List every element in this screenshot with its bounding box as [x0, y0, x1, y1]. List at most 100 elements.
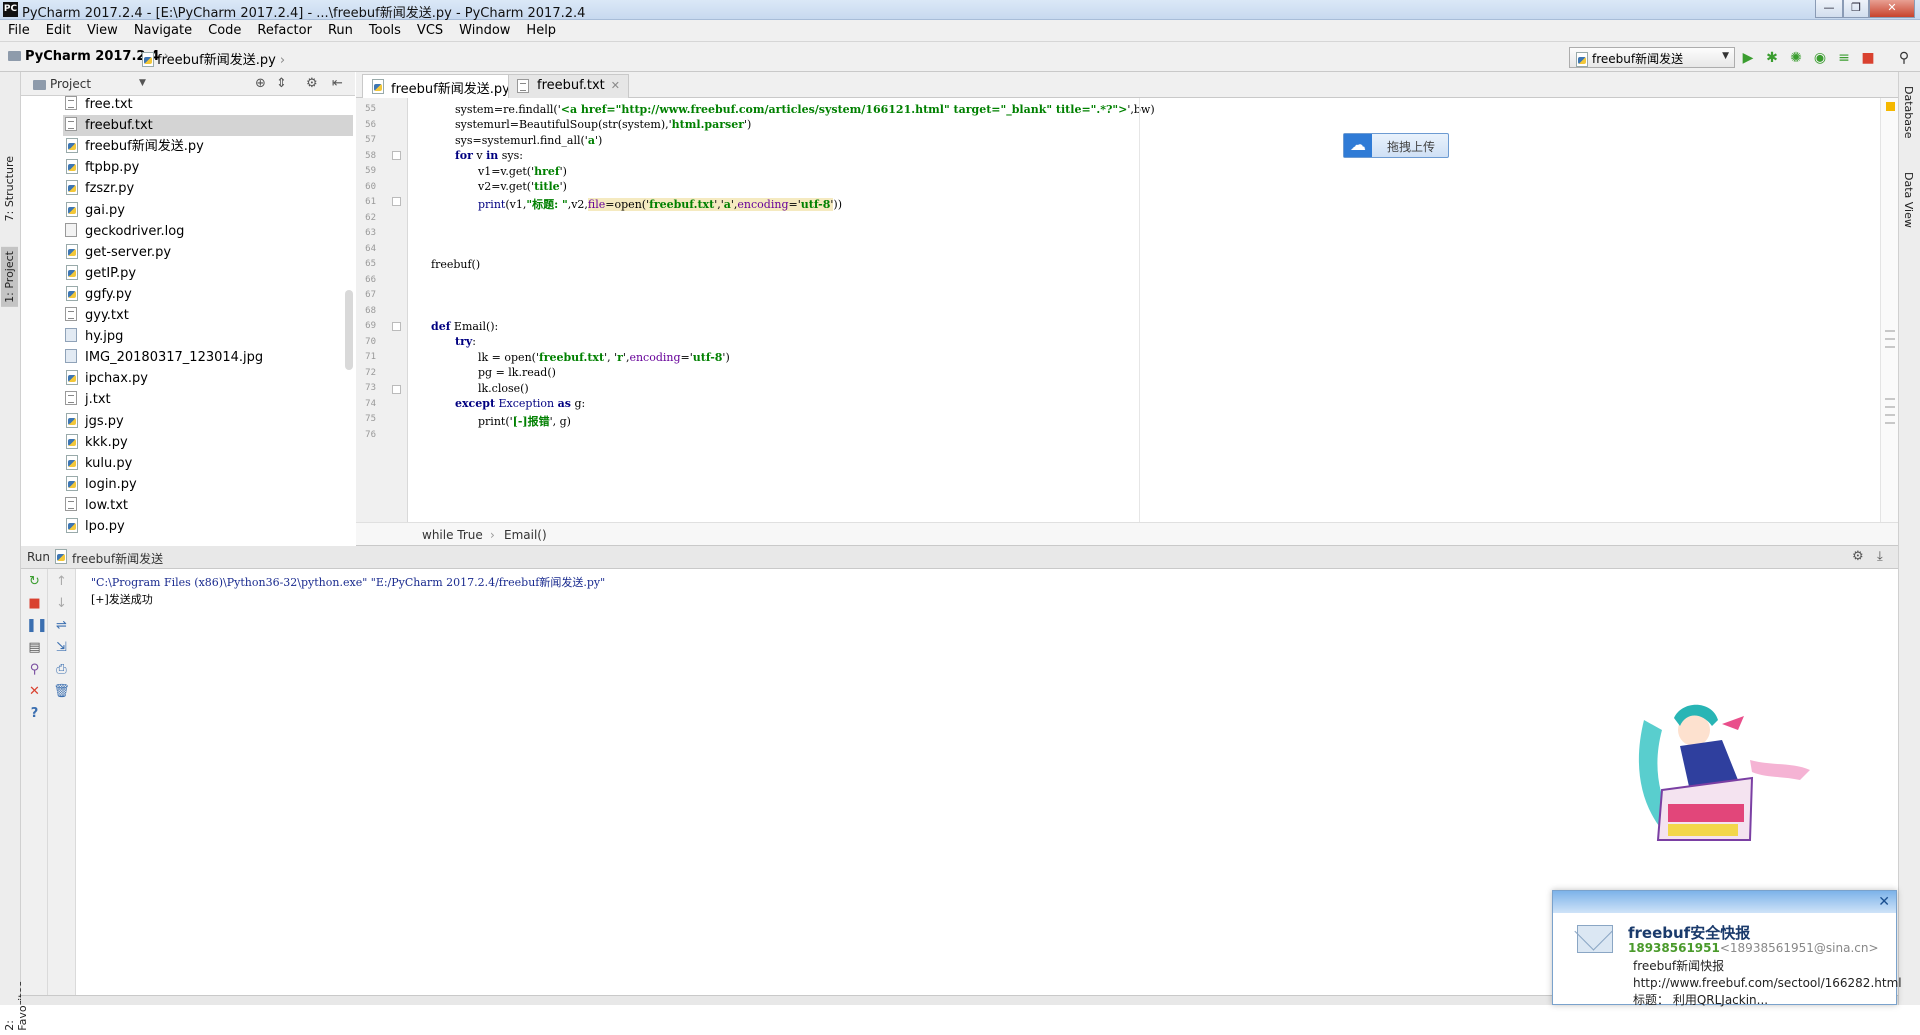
- menu-run[interactable]: Run: [320, 20, 361, 42]
- code-line: v2=v.get('title'): [478, 180, 567, 193]
- search-icon[interactable]: ⚲: [1894, 48, 1914, 68]
- fold-marker-icon[interactable]: [392, 385, 401, 394]
- close-icon[interactable]: ✕: [26, 683, 43, 700]
- tree-file-item[interactable]: freebuf.txt: [63, 115, 353, 137]
- tree-file-item[interactable]: free.txt: [63, 96, 353, 115]
- fold-marker-icon[interactable]: [392, 197, 401, 206]
- tree-file-item[interactable]: kkk.py: [63, 432, 353, 453]
- tree-file-item[interactable]: gai.py: [63, 200, 353, 221]
- fold-marker-icon[interactable]: [392, 322, 401, 331]
- hide-panel-icon[interactable]: ⇤: [332, 76, 343, 91]
- project-panel-title[interactable]: Project: [50, 77, 91, 91]
- editor-tab-bar: freebuf新闻发送.py ✕ freebuf.txt ✕: [356, 72, 1898, 99]
- profile-icon[interactable]: ◉: [1810, 48, 1830, 68]
- tree-file-item[interactable]: low.txt: [63, 495, 353, 516]
- tab-structure[interactable]: 7: Structure: [1, 152, 18, 225]
- menu-window[interactable]: Window: [451, 20, 518, 42]
- fold-marker-icon[interactable]: [392, 151, 401, 160]
- breadcrumb-while[interactable]: while True: [422, 528, 483, 542]
- tab-freebuf-txt[interactable]: freebuf.txt ✕: [508, 74, 629, 98]
- project-panel-header: Project ▼ ⊕ ⇕ ⚙ ⇤: [21, 72, 355, 96]
- menu-help[interactable]: Help: [518, 20, 564, 42]
- nav-crumb-file-label: freebuf新闻发送.py: [157, 53, 276, 68]
- chevron-right-icon: ›: [490, 528, 495, 542]
- tree-file-item[interactable]: geckodriver.log: [63, 221, 353, 242]
- stop-icon[interactable]: ■: [26, 595, 43, 612]
- tree-file-item[interactable]: getIP.py: [63, 263, 353, 284]
- line-number: 71: [365, 352, 376, 362]
- print-icon[interactable]: ⎙: [53, 661, 70, 678]
- tree-file-item[interactable]: fzszr.py: [63, 178, 353, 199]
- line-number: 60: [365, 181, 376, 192]
- layout-icon[interactable]: ▤: [26, 639, 43, 656]
- code-line: freebuf(): [431, 258, 481, 271]
- trash-icon[interactable]: 🗑: [53, 683, 70, 700]
- menu-vcs[interactable]: VCS: [409, 20, 451, 42]
- gear-icon[interactable]: ⚙: [306, 76, 318, 91]
- breadcrumb-email[interactable]: Email(): [504, 528, 547, 542]
- tab-project[interactable]: 1: Project: [1, 247, 18, 307]
- tab-database[interactable]: Database: [1902, 86, 1915, 139]
- tree-file-item[interactable]: lpo.py: [63, 516, 353, 537]
- maximize-button[interactable]: ❐: [1843, 0, 1869, 18]
- tree-file-item[interactable]: jgs.py: [63, 411, 353, 432]
- chevron-down-icon[interactable]: ▼: [139, 78, 146, 88]
- close-window-button[interactable]: ✕: [1869, 0, 1915, 18]
- mail-notification[interactable]: ✕ freebuf安全快报 18938561951<18938561951@si…: [1552, 890, 1902, 1007]
- tree-file-item[interactable]: kulu.py: [63, 453, 353, 474]
- tree-file-label: get-server.py: [85, 244, 172, 260]
- arrow-up-icon[interactable]: ↑: [53, 573, 70, 590]
- tree-file-label: freebuf.txt: [85, 118, 153, 134]
- stop-icon[interactable]: ■: [1858, 48, 1878, 68]
- tree-file-item[interactable]: gyy.txt: [63, 305, 353, 326]
- pin-icon[interactable]: ⚲: [26, 661, 43, 678]
- run-icon[interactable]: ▶: [1738, 48, 1758, 68]
- tree-file-item[interactable]: j.txt: [63, 389, 353, 410]
- editor-scrollbar[interactable]: [1880, 98, 1898, 522]
- run-panel-config[interactable]: freebuf新闻发送: [72, 550, 163, 567]
- rerun-icon[interactable]: ↻: [26, 573, 43, 590]
- pause-icon[interactable]: ❚❚: [26, 617, 48, 634]
- project-scrollbar[interactable]: [345, 290, 353, 370]
- close-icon[interactable]: ✕: [1878, 894, 1890, 910]
- minimize-button[interactable]: —: [1815, 0, 1843, 18]
- python-file-icon: [65, 138, 78, 154]
- hide-panel-icon[interactable]: ⤓: [1877, 549, 1883, 564]
- tree-file-item[interactable]: login.py: [63, 474, 353, 495]
- tree-file-item[interactable]: freebuf新闻发送.py: [63, 136, 353, 157]
- close-tab-icon[interactable]: ✕: [611, 79, 620, 92]
- nav-crumb-file[interactable]: freebuf新闻发送.py ›: [141, 49, 285, 68]
- tree-file-item[interactable]: ggfy.py: [63, 284, 353, 305]
- run-configuration-select[interactable]: freebuf新闻发送 ▼: [1569, 47, 1735, 68]
- debug-icon[interactable]: ✱: [1762, 48, 1782, 68]
- line-number: 74: [365, 398, 376, 409]
- tree-file-item[interactable]: ipchax.py: [63, 368, 353, 389]
- tree-file-item[interactable]: ftpbp.py: [63, 157, 353, 178]
- locate-icon[interactable]: ⊕: [255, 76, 266, 91]
- coverage-icon[interactable]: ✺: [1786, 48, 1806, 68]
- menu-edit[interactable]: Edit: [38, 20, 79, 42]
- concurrency-icon[interactable]: ≡: [1834, 48, 1854, 68]
- menu-navigate[interactable]: Navigate: [126, 20, 200, 42]
- code-editor[interactable]: system=re.findall('<a href="http://www.f…: [408, 98, 1880, 522]
- tree-file-item[interactable]: IMG_20180317_123014.jpg: [63, 347, 353, 368]
- gear-icon[interactable]: ⚙: [1852, 549, 1864, 564]
- help-icon[interactable]: ?: [26, 705, 43, 722]
- menu-file[interactable]: File: [0, 20, 38, 42]
- arrow-down-icon[interactable]: ↓: [53, 595, 70, 612]
- tab-data-view[interactable]: Data View: [1902, 172, 1915, 228]
- tree-file-item[interactable]: hy.jpg: [63, 326, 353, 347]
- drag-upload-widget[interactable]: ☁ 拖拽上传: [1343, 133, 1449, 158]
- scroll-to-end-icon[interactable]: ⇲: [53, 639, 70, 656]
- menu-tools[interactable]: Tools: [361, 20, 409, 42]
- warning-marker-icon[interactable]: [1886, 102, 1895, 111]
- mail-sender-address: <18938561951@sina.cn>: [1719, 941, 1879, 955]
- menu-refactor[interactable]: Refactor: [249, 20, 320, 42]
- soft-wrap-icon[interactable]: ⇌: [53, 617, 70, 634]
- collapse-icon[interactable]: ⇕: [276, 76, 287, 91]
- tree-file-label: jgs.py: [85, 413, 124, 429]
- menu-code[interactable]: Code: [200, 20, 249, 42]
- line-number: 68: [365, 305, 376, 316]
- menu-view[interactable]: View: [79, 20, 126, 42]
- tree-file-item[interactable]: get-server.py: [63, 242, 353, 263]
